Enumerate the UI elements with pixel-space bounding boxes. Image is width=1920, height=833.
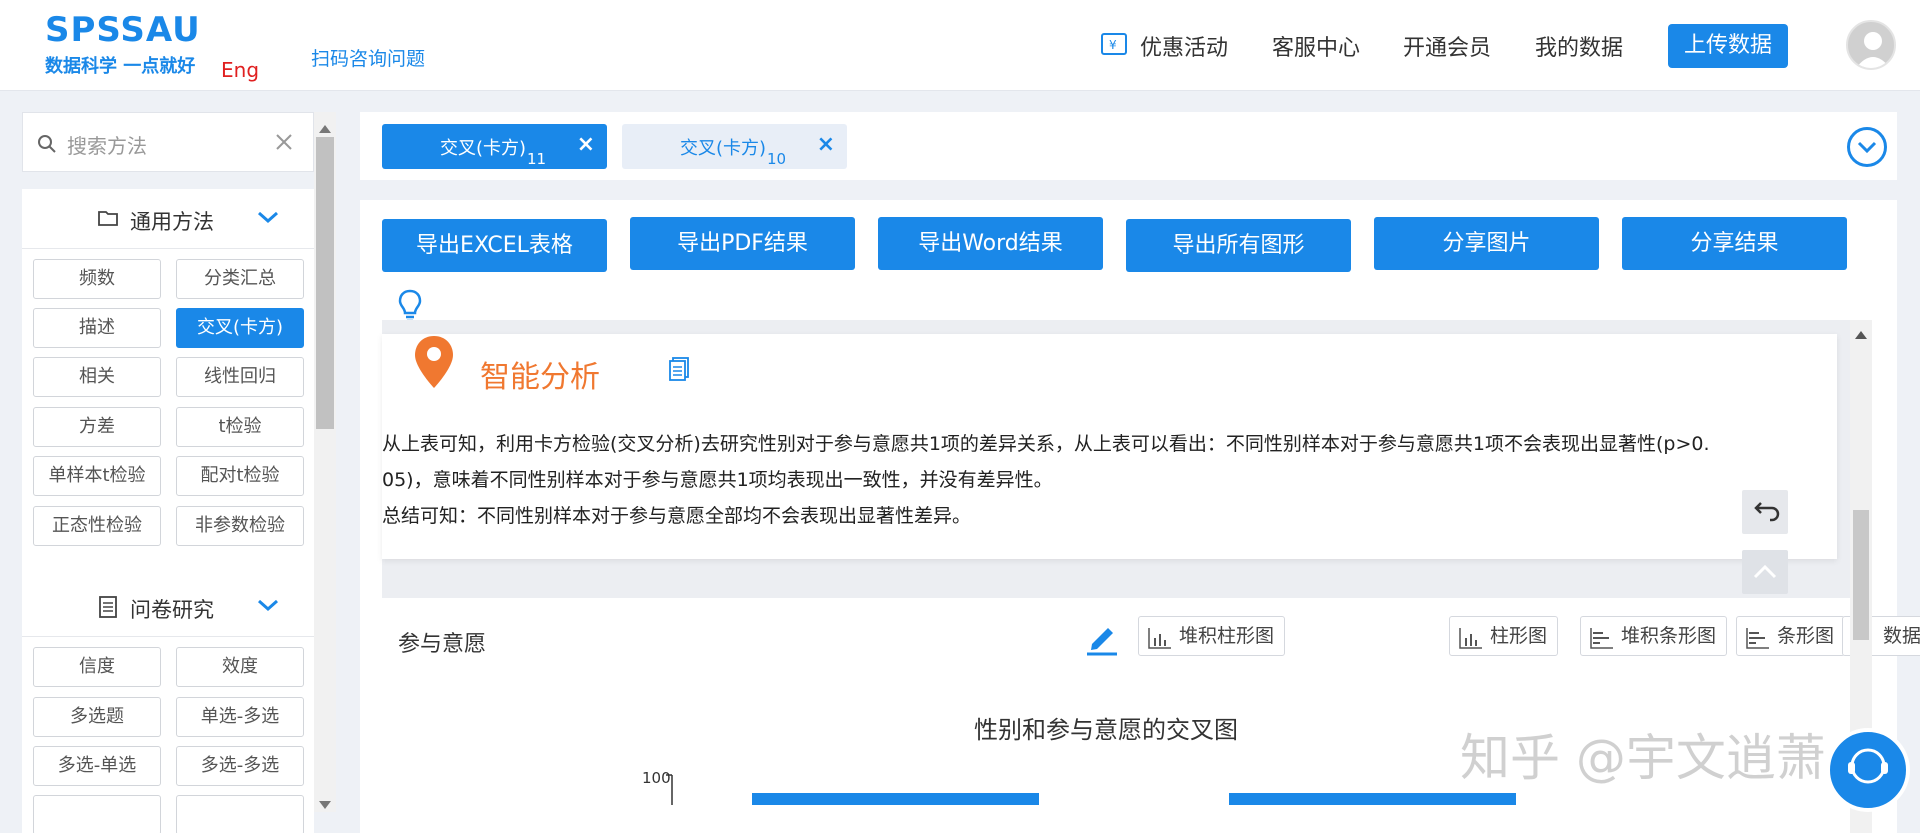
method-multi-choice[interactable]: 多选题	[33, 697, 161, 737]
clear-icon[interactable]	[275, 133, 293, 155]
method-multi-multi[interactable]: 多选-多选	[176, 746, 304, 786]
nav-membership[interactable]: 开通会员	[1403, 30, 1491, 62]
horizontal-bar-icon	[1745, 625, 1771, 663]
method-anova[interactable]: 方差	[33, 407, 161, 447]
chart-variable-label: 参与意愿	[398, 632, 487, 657]
method-t-test[interactable]: t检验	[176, 407, 304, 447]
export-word-button[interactable]: 导出Word结果	[878, 217, 1103, 270]
export-pdf-button[interactable]: 导出PDF结果	[630, 217, 855, 270]
tab-label: 交叉(卡方)	[680, 138, 767, 159]
method-search-box[interactable]: 搜索方法	[22, 112, 314, 172]
button-label: 堆积条形图	[1621, 625, 1717, 647]
method-paired-t[interactable]: 配对t检验	[176, 456, 304, 496]
nav-service-center[interactable]: 客服中心	[1272, 30, 1360, 62]
content-scroll-thumb[interactable]	[1853, 510, 1869, 640]
method-group-summary[interactable]: 分类汇总	[176, 259, 304, 299]
smart-analysis-title: 智能分析	[480, 360, 600, 395]
bar-chart-icon	[1147, 625, 1173, 663]
sidebar-scrollbar[interactable]	[314, 112, 336, 812]
chart-title: 性别和参与意愿的交叉图	[974, 716, 1238, 744]
column-chart-button[interactable]: 柱形图	[1449, 616, 1559, 656]
location-pin-icon	[412, 334, 456, 394]
scroll-down-icon[interactable]	[319, 794, 331, 813]
chevron-down-icon[interactable]	[256, 597, 280, 617]
tab-label: 交叉(卡方)	[440, 138, 527, 159]
method-nonparametric[interactable]: 非参数检验	[176, 506, 304, 546]
logo-slogan: 数据科学 一点就好	[45, 56, 196, 77]
top-header: SPSSAU 数据科学 一点就好 Eng 扫码咨询问题 ¥ 优惠活动 客服中心 …	[0, 0, 1920, 91]
expand-tabs-icon[interactable]	[1847, 127, 1887, 167]
tab-number: 11	[527, 150, 547, 168]
customer-service-icon[interactable]	[1826, 728, 1910, 812]
bar-chart-icon	[1458, 625, 1484, 663]
method-frequency[interactable]: 频数	[33, 259, 161, 299]
result-tabs-bar: 交叉(卡方) 11 × 交叉(卡方) 10 ×	[360, 112, 1897, 180]
document-icon	[99, 596, 117, 622]
chart-bar	[1229, 793, 1516, 805]
search-input[interactable]: 搜索方法	[67, 130, 147, 159]
scroll-up-icon[interactable]	[319, 118, 331, 137]
nav-my-data[interactable]: 我的数据	[1535, 30, 1623, 62]
logo-title[interactable]: SPSSAU	[45, 10, 201, 50]
method-partial-hidden[interactable]	[33, 795, 161, 833]
folder-icon	[98, 209, 118, 231]
nav-promotions[interactable]: 优惠活动	[1140, 30, 1228, 62]
smart-analysis-card: 智能分析 从上表可知，利用卡方检验(交叉分析)去研究性别对于参与意愿共1项的差异…	[382, 334, 1837, 559]
method-one-sample-t[interactable]: 单样本t检验	[33, 456, 161, 496]
button-label: 堆积柱形图	[1179, 625, 1275, 647]
analysis-text-line-3: 总结可知：不同性别样本对于参与意愿全部均不会表现出显著性差异。	[382, 505, 972, 527]
scroll-up-icon[interactable]	[1855, 324, 1867, 343]
upload-data-button[interactable]: 上传数据	[1668, 24, 1788, 68]
lightbulb-icon[interactable]	[396, 288, 424, 324]
language-link[interactable]: Eng	[221, 58, 259, 82]
method-descriptive[interactable]: 描述	[33, 308, 161, 348]
method-sidebar: 搜索方法 通用方法 频数 分类汇总 描述 交叉(卡方) 相关 线性回归 方差 t…	[22, 112, 314, 833]
button-label: 条形图	[1777, 625, 1835, 647]
avatar[interactable]	[1846, 20, 1896, 70]
share-result-button[interactable]: 分享结果	[1622, 217, 1847, 270]
questionnaire-grid: 信度 效度 多选题 单选-多选 多选-单选 多选-多选	[22, 637, 314, 833]
watermark-text: 知乎 @宇文逍萧	[1460, 729, 1826, 787]
coupon-icon[interactable]: ¥	[1101, 33, 1127, 55]
export-excel-button[interactable]: 导出EXCEL表格	[382, 219, 607, 272]
analysis-text-line-1: 从上表可知，利用卡方检验(交叉分析)去研究性别对于参与意愿共1项的差异关系，从上…	[382, 433, 1710, 455]
svg-text:¥: ¥	[1109, 38, 1117, 52]
undo-button[interactable]	[1742, 490, 1788, 534]
section-title: 通用方法	[130, 210, 214, 234]
horizontal-bar-icon	[1589, 625, 1615, 663]
method-reliability[interactable]: 信度	[33, 647, 161, 687]
method-partial-hidden[interactable]	[176, 795, 304, 833]
button-label: 柱形图	[1490, 625, 1548, 647]
method-crosstab-active[interactable]: 交叉(卡方)	[176, 308, 304, 348]
method-linear-regression[interactable]: 线性回归	[176, 357, 304, 397]
method-multi-single[interactable]: 多选-单选	[33, 746, 161, 786]
share-image-button[interactable]: 分享图片	[1374, 217, 1599, 270]
chevron-down-icon[interactable]	[256, 209, 280, 229]
chart-bar	[752, 793, 1039, 805]
section-questionnaire[interactable]: 问卷研究	[22, 577, 314, 637]
stacked-bar-chart-button[interactable]: 堆积条形图	[1580, 616, 1728, 656]
method-single-multi[interactable]: 单选-多选	[176, 697, 304, 737]
stacked-column-chart-button[interactable]: 堆积柱形图	[1138, 616, 1286, 656]
sidebar-scroll-thumb[interactable]	[316, 137, 334, 429]
tab-number: 10	[767, 150, 787, 168]
method-normality[interactable]: 正态性检验	[33, 506, 161, 546]
scroll-top-button[interactable]	[1742, 550, 1788, 594]
bar-chart-button[interactable]: 条形图	[1736, 616, 1846, 656]
result-tab[interactable]: 交叉(卡方) 10 ×	[622, 124, 847, 169]
result-tab-active[interactable]: 交叉(卡方) 11 ×	[382, 124, 607, 169]
section-title: 问卷研究	[130, 598, 214, 622]
analysis-text-line-2: 05)，意味着不同性别样本对于参与意愿共1项均表现出一致性，并没有差异性。	[382, 469, 1053, 491]
search-icon	[37, 134, 57, 158]
export-all-charts-button[interactable]: 导出所有图形	[1126, 219, 1351, 272]
button-label: 数据	[1883, 625, 1920, 647]
close-icon[interactable]: ×	[817, 132, 835, 157]
method-correlation[interactable]: 相关	[33, 357, 161, 397]
close-icon[interactable]: ×	[577, 132, 595, 157]
method-validity[interactable]: 效度	[176, 647, 304, 687]
section-general-methods[interactable]: 通用方法	[22, 189, 314, 249]
copy-icon[interactable]	[668, 356, 690, 386]
edit-pen-icon[interactable]	[1084, 620, 1120, 660]
scan-consult-link[interactable]: 扫码咨询问题	[311, 44, 425, 71]
